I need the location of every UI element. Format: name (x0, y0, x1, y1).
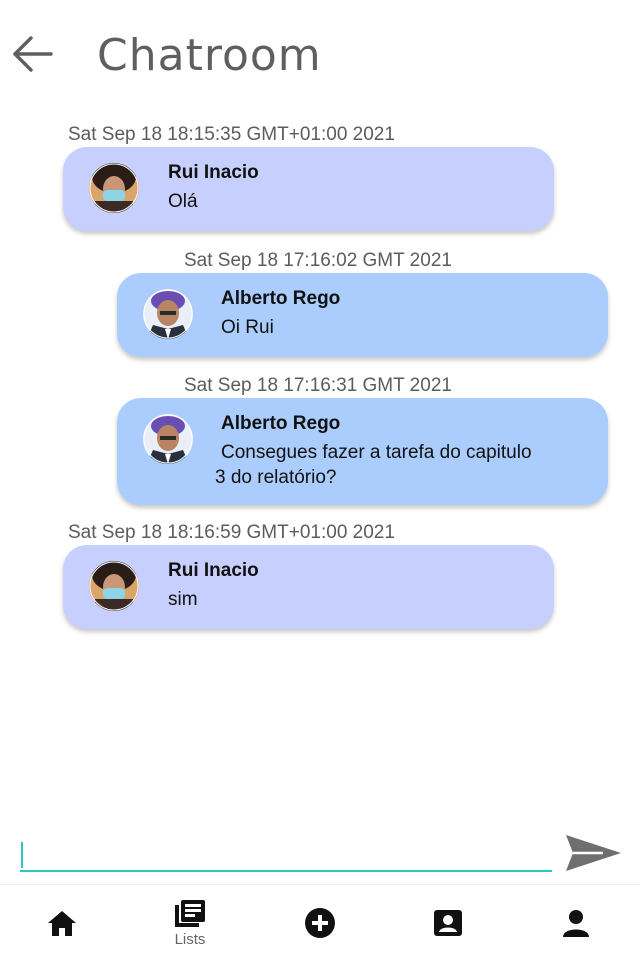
avatar (89, 163, 139, 213)
home-icon (48, 911, 76, 936)
chat-message: Sat Sep 18 17:16:02 GMT 2021 Alberto Reg… (0, 246, 640, 366)
avatar (143, 289, 193, 339)
sender-name: Alberto Rego (221, 288, 341, 309)
message-bubble[interactable]: Rui Inacio Olá (63, 147, 554, 231)
message-bubble[interactable]: Alberto Rego Consegues fazer a tarefa do… (117, 398, 608, 505)
chat-message: Sat Sep 18 18:16:59 GMT+01:00 2021 Rui I… (0, 518, 640, 638)
contact-card-icon (434, 910, 462, 936)
text-cursor (21, 842, 23, 868)
nav-label-lists: Lists (174, 930, 206, 948)
message-composer (0, 820, 640, 880)
message-bubble[interactable]: Rui Inacio sim (63, 545, 554, 629)
arrow-left-icon (13, 36, 53, 72)
message-text: sim (168, 589, 198, 610)
message-timestamp: Sat Sep 18 17:16:31 GMT 2021 (184, 375, 452, 396)
add-circle-icon (305, 908, 335, 938)
sender-name: Rui Inacio (168, 560, 259, 581)
message-text: Olá (168, 191, 198, 212)
message-timestamp: Sat Sep 18 18:15:35 GMT+01:00 2021 (68, 124, 395, 145)
nav-item-contacts[interactable] (400, 885, 496, 961)
message-timestamp: Sat Sep 18 17:16:02 GMT 2021 (184, 250, 452, 271)
nav-item-home[interactable] (14, 885, 110, 961)
nav-item-lists[interactable]: Lists (142, 885, 238, 961)
sender-name: Rui Inacio (168, 162, 259, 183)
nav-item-add[interactable] (272, 885, 368, 961)
sender-name: Alberto Rego (221, 413, 341, 434)
lists-icon (175, 899, 205, 927)
message-timestamp: Sat Sep 18 18:16:59 GMT+01:00 2021 (68, 522, 395, 543)
person-icon (563, 910, 589, 937)
message-input[interactable] (20, 836, 552, 872)
nav-item-profile[interactable] (528, 885, 624, 961)
bottom-navigation: Lists (0, 884, 640, 961)
chat-message: Sat Sep 18 17:16:31 GMT 2021 Alberto Reg… (0, 371, 640, 511)
chat-message: Sat Sep 18 18:15:35 GMT+01:00 2021 Rui I… (0, 120, 640, 240)
avatar (143, 414, 193, 464)
send-icon (566, 835, 621, 871)
avatar (89, 561, 139, 611)
app-header: Chatroom (0, 0, 640, 110)
send-button[interactable] (560, 830, 626, 876)
message-text: Oi Rui (221, 317, 274, 338)
message-bubble[interactable]: Alberto Rego Oi Rui (117, 273, 608, 357)
message-text: Consegues fazer a tarefa do capitulo 3 d… (215, 442, 532, 488)
page-title: Chatroom (97, 30, 322, 81)
back-button[interactable] (8, 32, 56, 76)
